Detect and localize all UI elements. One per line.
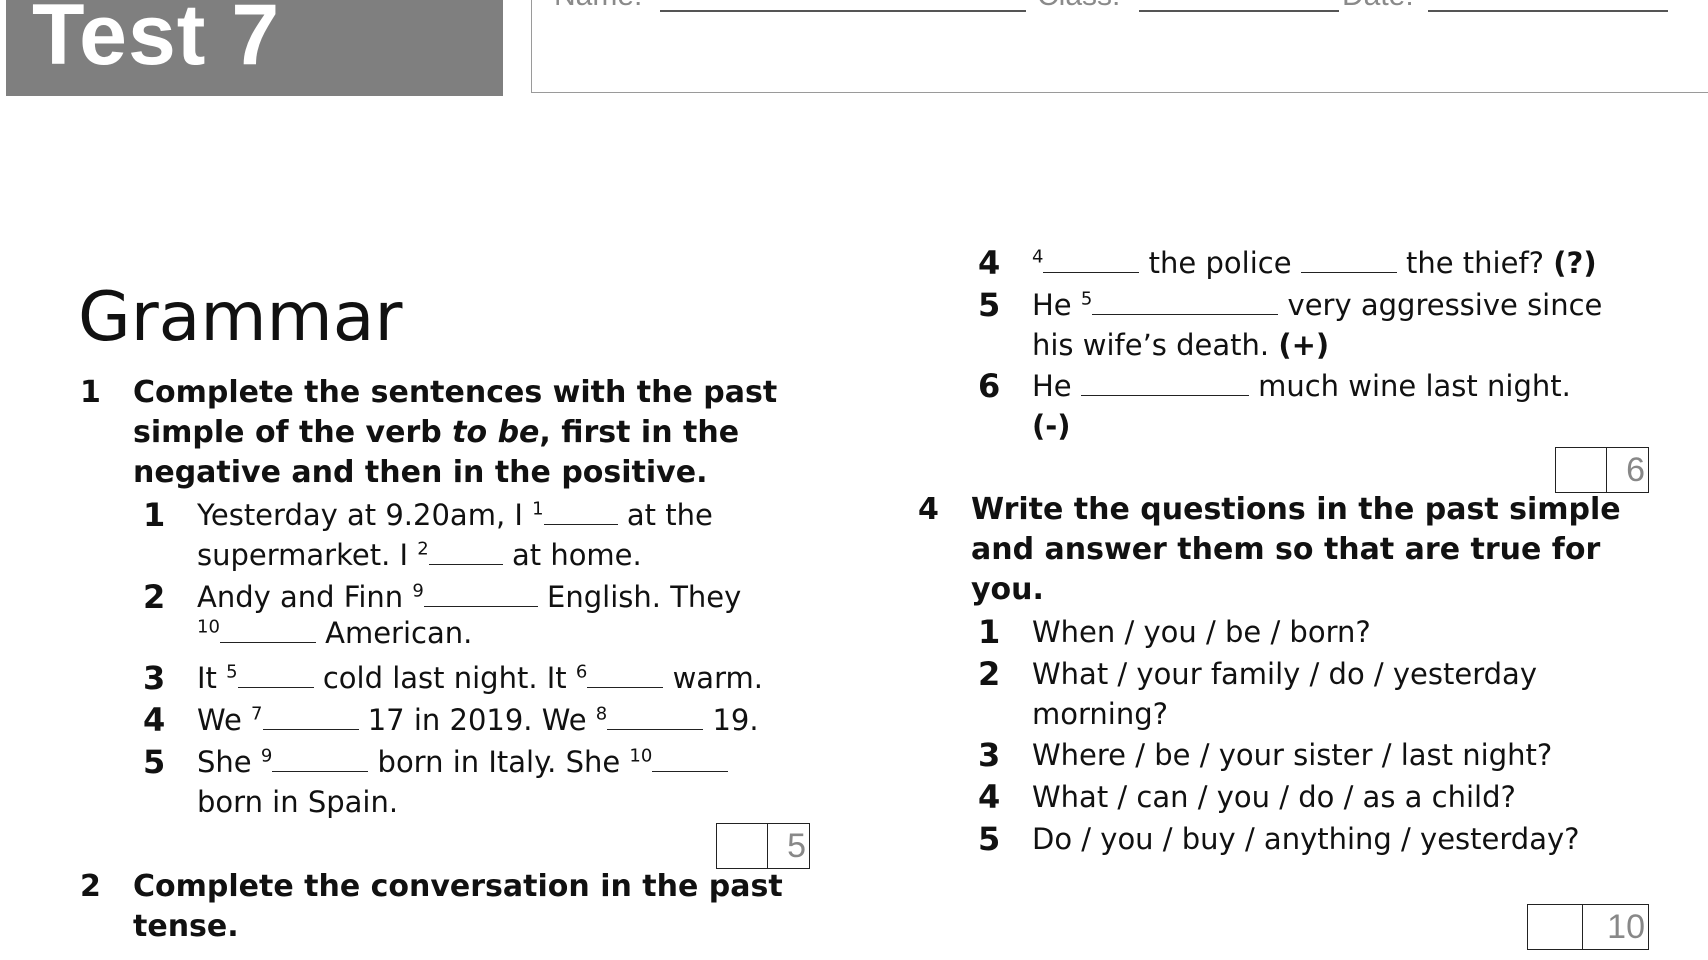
answer-blank[interactable] [1080, 369, 1249, 396]
list-item: 5 Do / you / buy / anything / yesterday? [978, 820, 1580, 858]
answer-blank[interactable] [237, 661, 314, 688]
list-item: 2 Andy and Finn 9 English. They 10 Ameri… [143, 578, 742, 650]
instruction-line: and answer them so that are true for [971, 532, 1601, 567]
task-number: 2 [80, 869, 101, 904]
list-item: 4 What / can / you / do / as a child? [978, 778, 1516, 816]
score-box[interactable]: 5 [716, 823, 810, 869]
date-label: Date: [1342, 0, 1414, 14]
item-number: 2 [978, 655, 1001, 693]
score-box[interactable]: 10 [1527, 904, 1649, 950]
item-number: 5 [978, 820, 1001, 858]
max-score: 6 [1626, 451, 1645, 489]
item-number: 4 [978, 244, 1001, 282]
answer-blank[interactable] [1300, 246, 1397, 273]
item-number: 5 [978, 286, 1001, 324]
answer-blank[interactable] [587, 661, 664, 688]
list-item: 1 When / you / be / born? [978, 613, 1371, 651]
task-number: 4 [918, 492, 939, 527]
max-score: 5 [787, 827, 806, 865]
date-field[interactable] [1428, 10, 1668, 12]
name-label: Name: [554, 0, 642, 14]
list-item: 4 4 the police the thief? (?) [978, 244, 1597, 282]
item-number: 3 [978, 736, 1001, 774]
answer-blank[interactable] [423, 580, 538, 607]
answer-blank[interactable] [272, 745, 369, 772]
answer-blank[interactable] [262, 703, 359, 730]
instruction-line: Complete the sentences with the past [133, 375, 778, 410]
task-2-instructions: 2 Complete the conversation in the past … [80, 867, 800, 949]
student-info-box: Name: Class: Date: [531, 0, 1708, 93]
item-number: 4 [978, 778, 1001, 816]
list-item: 2 What / your family / do / yesterday mo… [978, 655, 1537, 731]
title-banner: Test 7 [6, 0, 503, 96]
score-input-cell[interactable] [1528, 905, 1583, 949]
class-label: Class: [1037, 0, 1120, 14]
item-number: 1 [978, 613, 1001, 651]
task-4-instructions: 4 Write the questions in the past simple… [918, 490, 1638, 610]
list-item: 5 He 5 very aggressive since his wife’s … [978, 286, 1603, 362]
class-field[interactable] [1139, 10, 1339, 12]
item-number: 1 [143, 496, 166, 534]
instruction-line: negative and then in the positive. [133, 455, 708, 490]
item-number: 6 [978, 367, 1001, 405]
instruction-line: simple of the verb to be, first in the [133, 415, 740, 450]
name-field[interactable] [660, 10, 1026, 12]
answer-blank[interactable] [428, 538, 503, 565]
score-input-cell[interactable] [717, 824, 768, 868]
answer-blank[interactable] [607, 703, 704, 730]
list-item: 6 He much wine last night. (-) [978, 367, 1571, 443]
instruction-line: Complete the conversation in the past [133, 869, 783, 904]
item-number: 2 [143, 578, 166, 616]
answer-blank[interactable] [543, 498, 618, 525]
list-item: 3 It 5 cold last night. It 6 warm. [143, 659, 763, 697]
item-number: 3 [143, 659, 166, 697]
instruction-line: you. [971, 572, 1044, 607]
item-number: 5 [143, 743, 166, 781]
instruction-line: tense. [133, 909, 239, 944]
list-item: 1 Yesterday at 9.20am, I 1 at the superm… [143, 496, 713, 572]
answer-blank[interactable] [652, 745, 729, 772]
section-title: Grammar [78, 278, 403, 357]
list-item: 3 Where / be / your sister / last night? [978, 736, 1553, 774]
score-input-cell[interactable] [1556, 448, 1607, 492]
item-number: 4 [143, 701, 166, 739]
max-score: 10 [1607, 908, 1645, 946]
task-number: 1 [80, 375, 101, 410]
answer-blank[interactable] [219, 616, 316, 643]
test-title: Test 7 [32, 0, 281, 83]
answer-blank[interactable] [1092, 288, 1279, 315]
list-item: 5 She 9 born in Italy. She 10 born in Sp… [143, 742, 803, 822]
answer-blank[interactable] [1043, 246, 1140, 273]
instruction-line: Write the questions in the past simple [971, 492, 1621, 527]
list-item: 4 We 7 17 in 2019. We 8 19. [143, 701, 759, 739]
score-box[interactable]: 6 [1555, 447, 1649, 493]
task-1-instructions: 1 Complete the sentences with the past s… [80, 373, 800, 493]
